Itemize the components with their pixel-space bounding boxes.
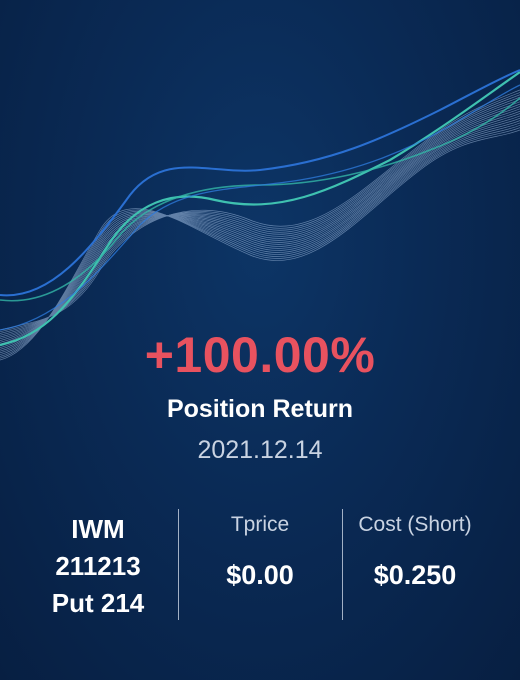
wave-ribbon-line (0, 117, 520, 352)
contract-symbol: IWM (71, 514, 125, 544)
wave-line-blue (0, 69, 520, 297)
cost-value: $0.250 (373, 560, 457, 590)
position-return-percent: +100.00% (144, 327, 376, 383)
column-divider (178, 509, 179, 620)
wave-line-teal (0, 71, 520, 347)
contract-column: IWM 211213 Put 214 (20, 511, 176, 622)
wave-ribbon-line (0, 106, 520, 343)
wave-ribbon-line (0, 99, 520, 338)
tprice-column: Tprice $0.00 (180, 513, 340, 591)
wave-ribbon-line (0, 101, 520, 340)
cost-column: Cost (Short) $0.250 (344, 513, 486, 591)
wave-ribbon-line (0, 110, 520, 347)
cost-label: Cost (Short) (358, 513, 472, 536)
wave-ribbon-line (0, 127, 520, 359)
tprice-label: Tprice (230, 513, 290, 536)
wave-ribbon-line (0, 122, 520, 356)
column-divider (342, 509, 343, 620)
position-share-card: +100.00% Position Return 2021.12.14 IWM … (0, 0, 520, 680)
contract-strike: Put 214 (51, 588, 145, 618)
position-date: 2021.12.14 (197, 436, 323, 464)
tprice-value: $0.00 (226, 560, 294, 590)
position-return-label: Position Return (166, 395, 354, 423)
wave-ribbon-line (0, 124, 520, 357)
contract-expiry: 211213 (55, 551, 141, 581)
wave-ribbon-line (0, 96, 520, 336)
wave-ribbon-line (0, 92, 520, 333)
